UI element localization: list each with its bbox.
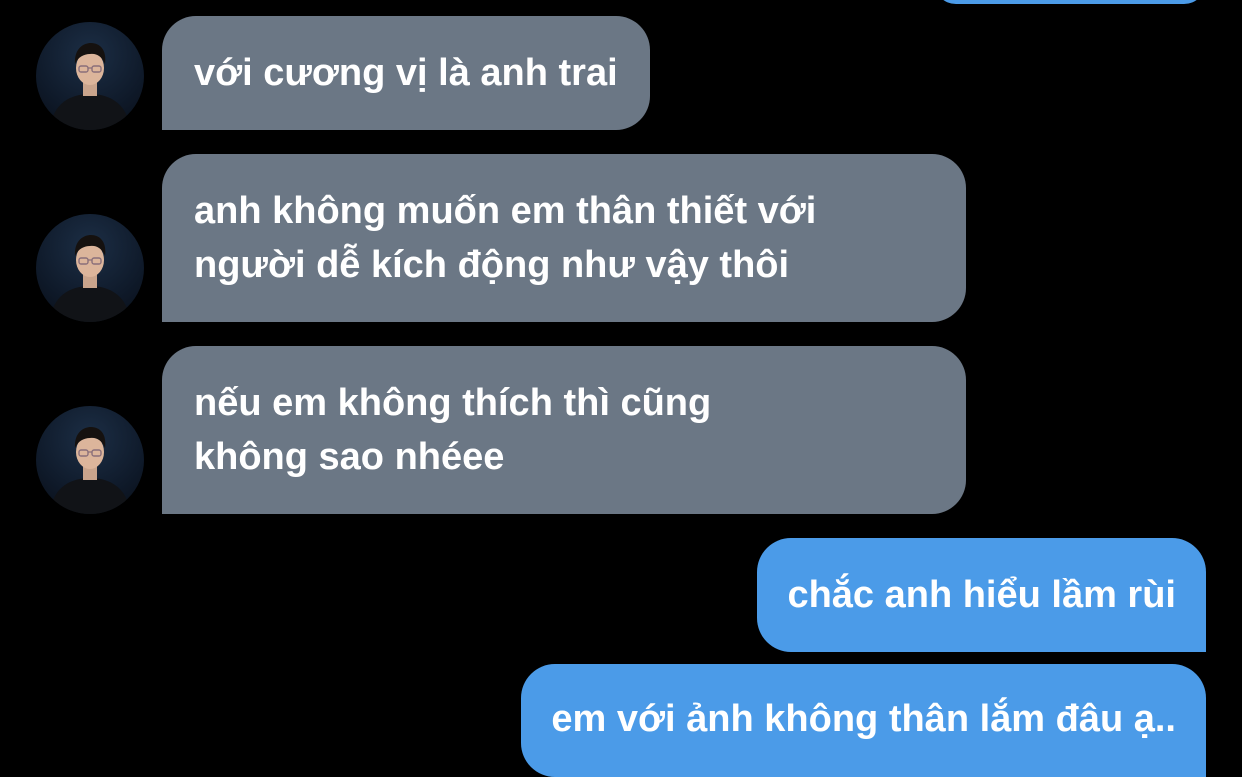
- message-text-line: anh không muốn em thân thiết với: [194, 190, 817, 232]
- contact-avatar[interactable]: [36, 406, 144, 514]
- contact-avatar[interactable]: [36, 22, 144, 130]
- incoming-message-bubble[interactable]: anh không muốn em thân thiết với người d…: [162, 154, 966, 322]
- person-avatar-icon: [50, 235, 130, 322]
- incoming-message-bubble[interactable]: nếu em không thích thì cũng không sao nh…: [162, 346, 966, 514]
- message-text-line: người dễ kích động như vậy thôi: [194, 244, 790, 286]
- incoming-message-bubble[interactable]: với cương vị là anh trai: [162, 16, 650, 130]
- outgoing-message-bubble[interactable]: em với ảnh không thân lắm đâu ạ..: [521, 664, 1206, 777]
- message-text: chắc anh hiểu lầm rùi: [787, 574, 1176, 616]
- message-text: em với ảnh không thân lắm đâu ạ..: [551, 698, 1176, 740]
- outgoing-message-bubble[interactable]: chắc anh hiểu lầm rùi: [757, 538, 1206, 652]
- outgoing-message-bubble-partial: [934, 0, 1206, 4]
- message-text-line: không sao nhéee: [194, 436, 505, 478]
- message-text: với cương vị là anh trai: [194, 52, 618, 94]
- person-avatar-icon: [50, 43, 130, 130]
- message-text-line: nếu em không thích thì cũng: [194, 382, 712, 424]
- contact-avatar[interactable]: [36, 214, 144, 322]
- person-avatar-icon: [50, 427, 130, 514]
